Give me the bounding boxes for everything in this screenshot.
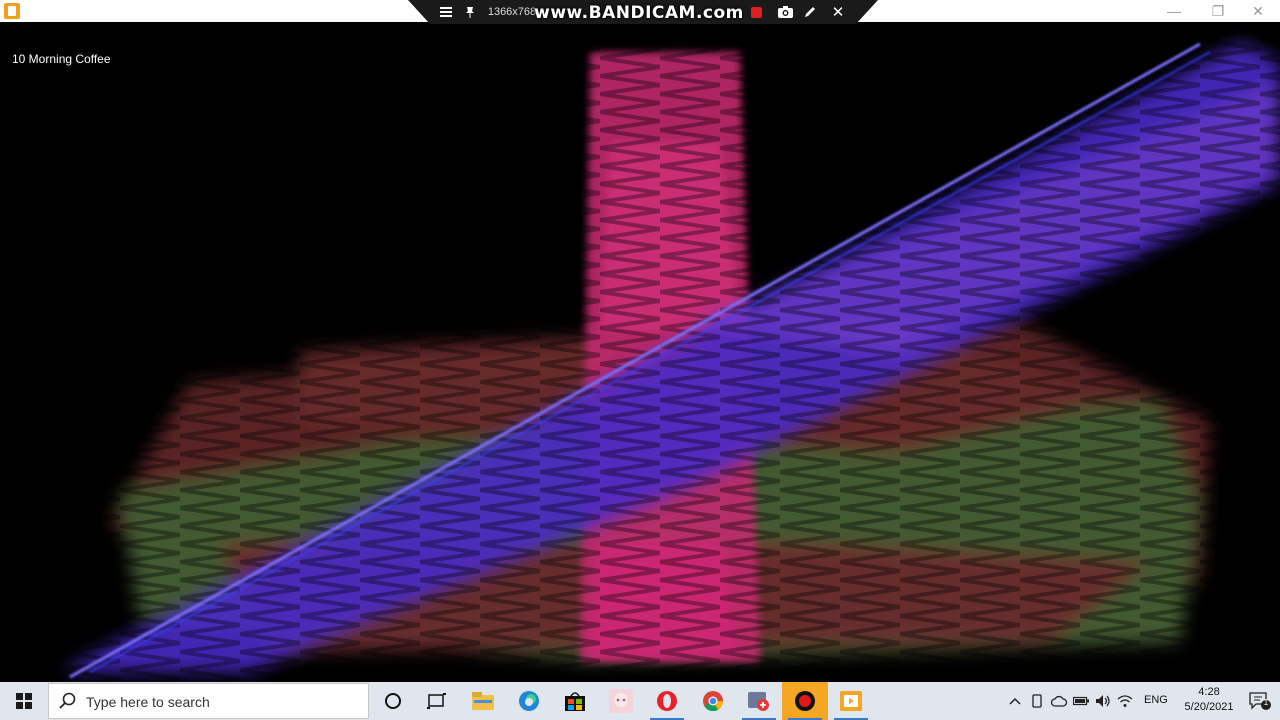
clock[interactable]: 4:28 5/20/2021 [1174,685,1244,715]
pin-icon[interactable] [462,3,478,21]
cloud-icon[interactable] [1050,692,1068,710]
edge-icon[interactable] [506,682,552,720]
opera-icon[interactable] [644,682,690,720]
chrome-icon[interactable] [690,682,736,720]
camera-icon[interactable] [776,3,794,21]
system-tray: ENG 4:28 5/20/2021 1 [1000,682,1280,720]
record-icon[interactable] [748,3,764,21]
cortana-icon[interactable] [370,682,416,720]
notification-count: 1 [1263,698,1269,707]
menu-icon[interactable] [438,3,454,21]
task-view-icon[interactable] [414,682,460,720]
battery-icon[interactable] [1072,692,1090,710]
close-button[interactable]: ✕ [1236,0,1280,22]
windows-logo-icon [16,693,32,709]
media-player-icon[interactable] [828,682,874,720]
snip-app-icon[interactable] [736,682,782,720]
bandicam-close-icon[interactable]: ✕ [830,3,846,21]
notification-center-icon[interactable]: 1 [1248,691,1272,711]
anime-app-icon[interactable] [598,682,644,720]
store-icon[interactable] [552,682,598,720]
bandicam-toolbar: 1366x768 www.BANDICAM.com ✕ [408,0,878,24]
taskbar-search-box[interactable]: Type here to search [48,683,369,719]
chevron-up-icon[interactable] [1006,692,1024,710]
language-indicator[interactable]: ENG [1144,694,1168,706]
taskbar: Type here to search ENG 4:28 5/20/2021 1 [0,682,1280,720]
minimize-button[interactable]: — [1152,0,1196,22]
clock-date: 5/20/2021 [1184,701,1234,713]
file-explorer-icon[interactable] [460,682,506,720]
volume-icon[interactable] [1094,692,1112,710]
wifi-icon[interactable] [1116,692,1134,710]
bandicam-record-icon[interactable] [782,682,828,720]
clock-time: 4:28 [1198,686,1220,698]
search-placeholder: Type here to search [86,694,210,710]
visualizer-graphic [0,22,1280,682]
search-icon [59,692,76,709]
start-button[interactable] [0,682,48,720]
music-visualizer: 10 Morning Coffee [0,22,1280,682]
bandicam-player-icon [4,3,20,19]
track-title: 10 Morning Coffee [12,52,111,66]
maximize-button[interactable]: ❐ [1196,0,1240,22]
pencil-icon[interactable] [802,3,818,21]
bandicam-watermark: www.BANDICAM.com [534,3,744,23]
device-icon[interactable] [1028,692,1046,710]
